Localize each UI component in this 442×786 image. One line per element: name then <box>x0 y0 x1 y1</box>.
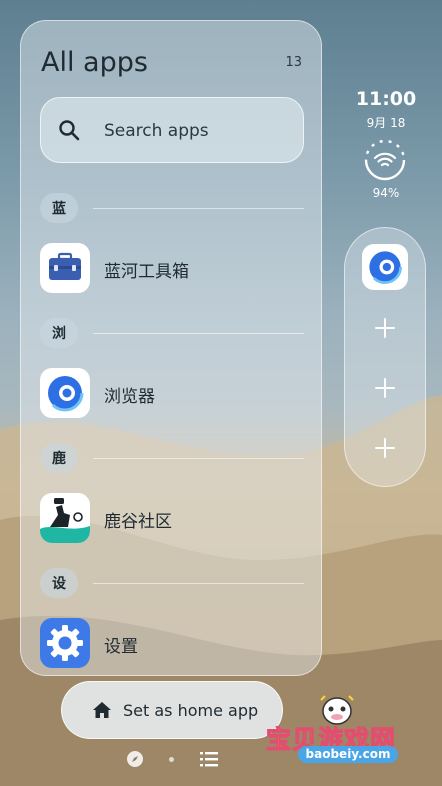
section-divider <box>93 458 304 459</box>
app-count: 13 <box>285 55 302 70</box>
clock-date: 9月 18 <box>366 116 406 130</box>
app-item-settings[interactable]: 设置 <box>40 618 304 670</box>
app-item-community[interactable]: 鹿谷社区 <box>40 493 304 545</box>
section-letter: 蓝 <box>40 193 78 223</box>
page-indicator-dot <box>169 757 174 762</box>
compass-icon[interactable] <box>126 750 144 768</box>
dock-browser-icon[interactable] <box>362 244 408 290</box>
toolbox-app-icon <box>40 243 90 293</box>
app-label: 设置 <box>104 637 138 657</box>
section-divider <box>93 583 304 584</box>
app-item-toolbox[interactable]: 蓝河工具箱 <box>40 243 304 295</box>
clock-widget: 11:00 9月 18 <box>345 88 427 131</box>
section-divider <box>93 333 304 334</box>
app-label: 浏览器 <box>104 387 155 407</box>
app-label: 蓝河工具箱 <box>104 262 189 282</box>
wifi-icon <box>364 139 406 181</box>
battery-level: 94% <box>372 186 400 200</box>
set-home-app-button[interactable]: Set as home app <box>61 681 283 739</box>
section-letter: 浏 <box>40 318 78 348</box>
settings-app-icon <box>40 618 90 668</box>
home-icon <box>93 702 111 718</box>
search-icon <box>59 120 80 141</box>
search-input[interactable]: Search apps <box>40 97 304 163</box>
add-dock-slot-icon[interactable] <box>373 376 397 400</box>
app-item-browser[interactable]: 浏览器 <box>40 368 304 420</box>
panel-title: All apps <box>41 47 148 78</box>
dock <box>344 227 426 487</box>
browser-app-icon <box>40 368 90 418</box>
watermark-url: baobeiy.com <box>298 746 398 763</box>
add-dock-slot-icon[interactable] <box>373 436 397 460</box>
list-icon[interactable] <box>200 751 218 767</box>
community-app-icon <box>40 493 90 543</box>
watermark: 宝贝游戏网 baobeiy.com <box>262 690 438 772</box>
all-apps-panel: All apps 13 Search apps 蓝 蓝河工具箱 浏 浏览器 鹿 … <box>20 20 322 676</box>
section-header: 浏 <box>40 318 304 348</box>
search-placeholder: Search apps <box>104 121 209 141</box>
set-home-app-label: Set as home app <box>123 701 259 720</box>
section-divider <box>93 208 304 209</box>
clock-time: 11:00 <box>355 88 417 110</box>
app-label: 鹿谷社区 <box>104 512 172 532</box>
add-dock-slot-icon[interactable] <box>373 316 397 340</box>
section-header: 设 <box>40 568 304 598</box>
section-header: 蓝 <box>40 193 304 223</box>
section-letter: 设 <box>40 568 78 598</box>
section-letter: 鹿 <box>40 443 78 473</box>
section-header: 鹿 <box>40 443 304 473</box>
